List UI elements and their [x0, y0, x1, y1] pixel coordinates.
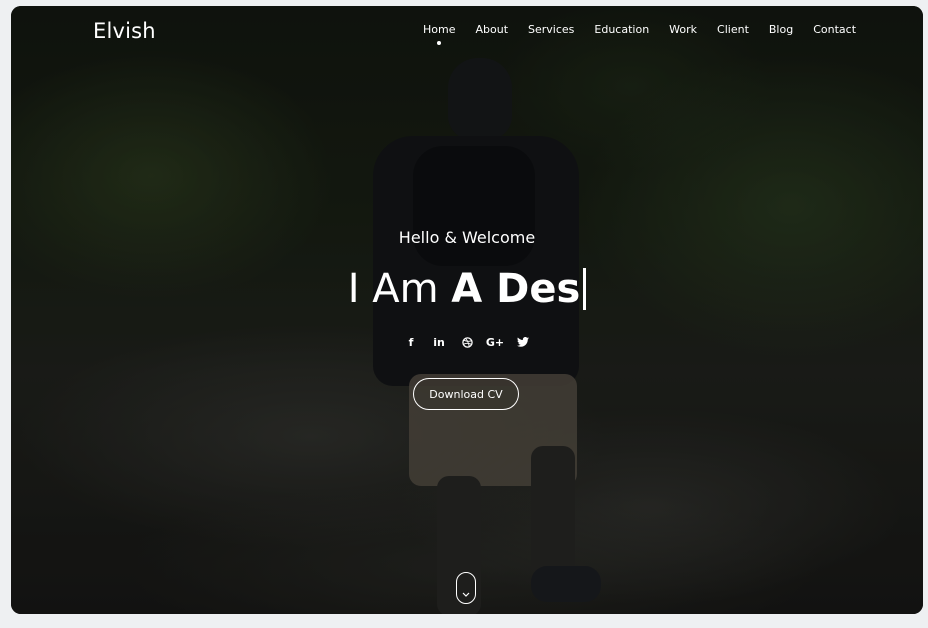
nav-item-client[interactable]: Client	[717, 23, 749, 36]
nav-item-about[interactable]: About	[475, 23, 508, 36]
brand-logo[interactable]: Elvish	[93, 19, 156, 43]
page-frame: Elvish Home About Services Education Wor…	[11, 6, 923, 614]
twitter-icon[interactable]	[509, 334, 537, 350]
download-cv-button[interactable]: Download CV	[413, 378, 519, 410]
social-links: f in G+	[11, 334, 923, 350]
hero-greeting: Hello & Welcome	[398, 228, 536, 247]
headline-bold-text: A Des	[451, 266, 581, 312]
nav-item-contact[interactable]: Contact	[813, 23, 856, 36]
nav-item-services[interactable]: Services	[528, 23, 574, 36]
hero-headline: I Am A Des	[11, 265, 923, 313]
nav-links: Home About Services Education Work Clien…	[423, 23, 876, 45]
nav-item-home[interactable]: Home	[423, 23, 455, 45]
nav-item-education[interactable]: Education	[594, 23, 649, 36]
nav-item-blog[interactable]: Blog	[769, 23, 793, 36]
facebook-icon[interactable]: f	[397, 334, 425, 350]
google-plus-icon[interactable]: G+	[481, 334, 509, 350]
linkedin-icon[interactable]: in	[425, 334, 453, 350]
typing-caret	[583, 268, 587, 310]
dribbble-icon[interactable]	[453, 334, 481, 350]
headline-light-text: I Am	[347, 266, 452, 312]
scroll-down-button[interactable]	[456, 572, 476, 604]
nav-item-work[interactable]: Work	[669, 23, 697, 36]
chevron-down-icon	[462, 592, 470, 597]
navbar: Elvish Home About Services Education Wor…	[11, 6, 923, 62]
